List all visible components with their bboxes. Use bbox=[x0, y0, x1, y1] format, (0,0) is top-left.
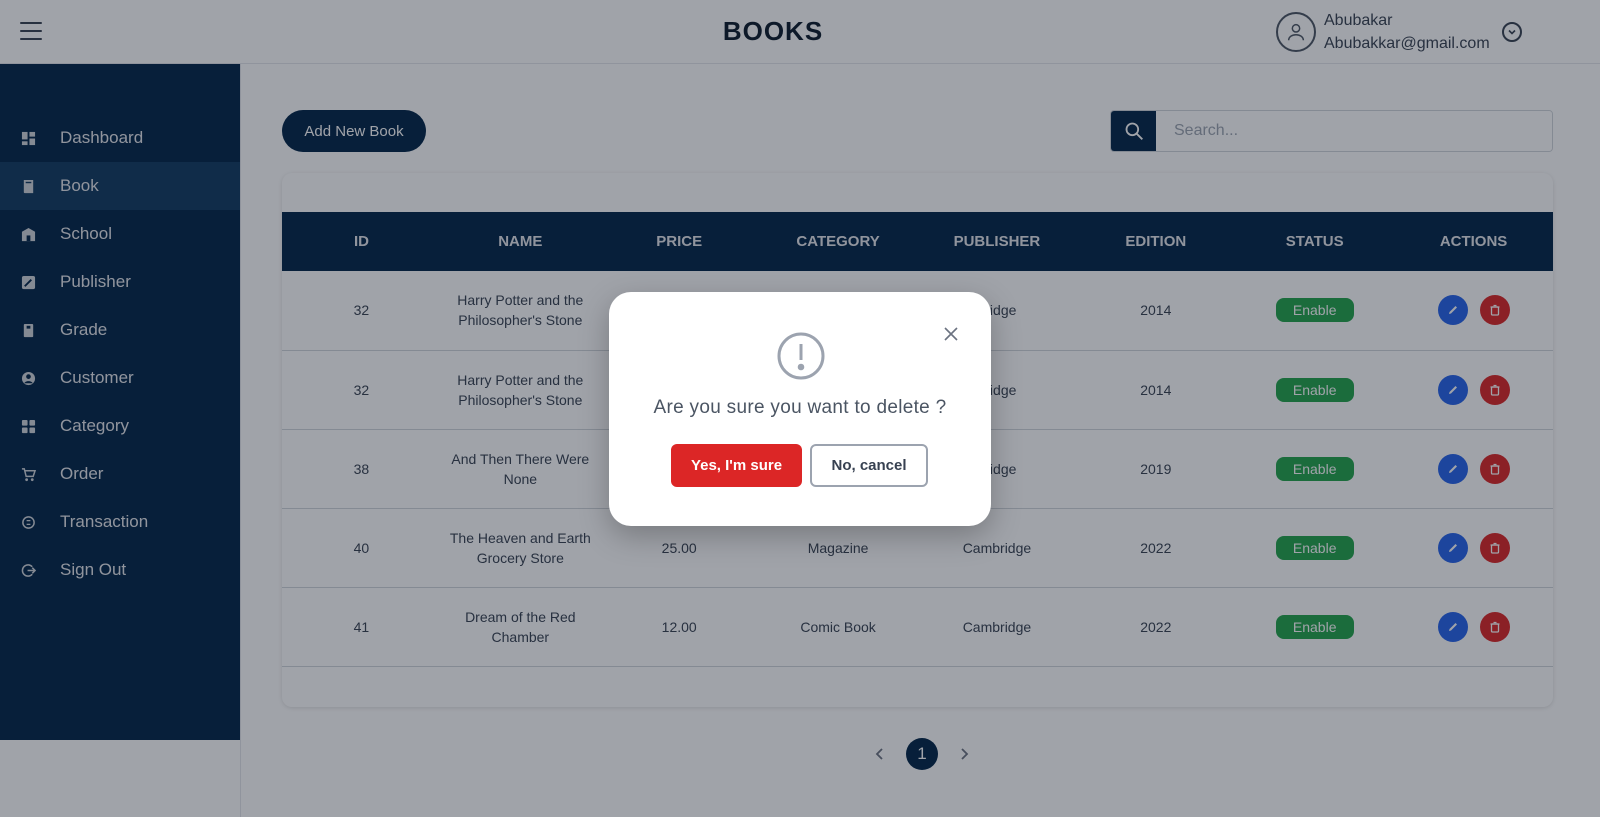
close-icon[interactable] bbox=[943, 326, 959, 342]
delete-confirm-dialog: Are you sure you want to delete ? Yes, I… bbox=[609, 292, 991, 526]
warning-icon bbox=[776, 331, 826, 381]
cancel-button[interactable]: No, cancel bbox=[810, 444, 928, 487]
modal-message: Are you sure you want to delete ? bbox=[653, 397, 947, 418]
confirm-delete-button[interactable]: Yes, I'm sure bbox=[671, 444, 802, 487]
